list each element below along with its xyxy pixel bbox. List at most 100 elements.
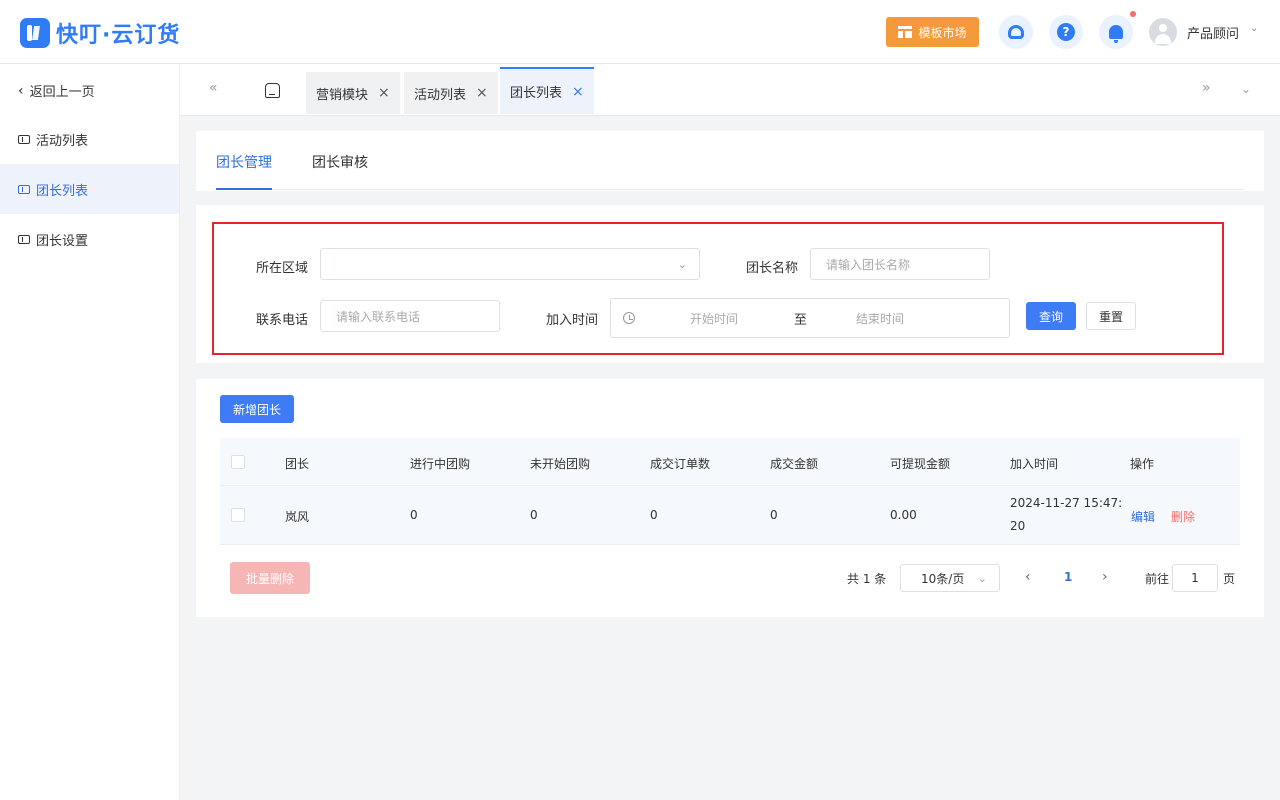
sidebar: ‹ 返回上一页 活动列表 团长列表 团长设置	[0, 64, 180, 800]
goto-label: 前往	[1145, 572, 1170, 586]
reset-button[interactable]: 重置	[1086, 302, 1136, 330]
chevron-down-icon[interactable]: ⌄	[1250, 23, 1258, 34]
customer-service-button[interactable]	[999, 15, 1033, 49]
tabs-bar: « 营销模块 × 活动列表 × 团长列表 × » ⌄	[180, 64, 1280, 116]
join-time-cell: 2024-11-27 15:47:	[1010, 496, 1123, 510]
phone-input[interactable]: 请输入联系电话	[320, 300, 500, 332]
join-time-cell-continued: 20	[1010, 519, 1026, 533]
app-title: 快叮·云订货	[56, 23, 181, 48]
sidebar-item-label: 团长列表	[36, 183, 89, 199]
range-separator: 至	[794, 313, 808, 328]
amount-cell: 0	[770, 508, 778, 522]
close-icon[interactable]: ×	[476, 85, 488, 101]
leader-name-label: 团长名称	[746, 261, 799, 276]
add-leader-button[interactable]: 新增团长	[220, 395, 294, 423]
phone-label: 联系电话	[256, 313, 309, 328]
ongoing-cell: 0	[410, 508, 418, 522]
avatar[interactable]	[1149, 18, 1177, 46]
ticket-icon	[18, 134, 30, 144]
subtabs-card: 团长管理 团长审核	[196, 131, 1264, 191]
back-button[interactable]: ‹ 返回上一页	[18, 81, 95, 101]
region-select[interactable]: ⌄	[320, 248, 700, 280]
chevron-down-icon: ⌄	[677, 258, 687, 271]
table-row: 岚风 0 0 0 0 0.00 2024-11-27 15:47: 20 编辑 …	[220, 486, 1240, 545]
leader-cell: 岚风	[285, 510, 310, 524]
select-all-checkbox[interactable]	[231, 455, 245, 469]
tab-marketing[interactable]: 营销模块 ×	[306, 72, 400, 114]
column-header: 加入时间	[1010, 457, 1059, 471]
app-logo[interactable]: 快叮·云订货	[20, 17, 180, 49]
prev-page-icon[interactable]: ‹	[1025, 569, 1031, 585]
help-button[interactable]: ?	[1049, 15, 1083, 49]
sidebar-item-leader-list[interactable]: 团长列表	[0, 164, 179, 214]
subtab-leader-management[interactable]: 团长管理	[216, 152, 272, 172]
user-name[interactable]: 产品顾问	[1187, 23, 1239, 42]
close-icon[interactable]: ×	[378, 85, 390, 101]
tab-label: 团长列表	[510, 86, 563, 101]
column-header: 成交订单数	[650, 457, 711, 471]
template-market-label: 模板市场	[918, 25, 967, 40]
subtab-leader-review[interactable]: 团长审核	[312, 152, 368, 172]
sidebar-item-leader-settings[interactable]: 团长设置	[0, 214, 179, 264]
bell-icon	[1109, 25, 1123, 43]
next-page-icon[interactable]: ›	[1102, 569, 1108, 585]
pagination-total: 共 1 条	[847, 572, 887, 586]
highlight-box: 所在区域 ⌄ 团长名称 请输入团长名称 联系电话 请输入联系电话 加入时间 开始…	[212, 222, 1224, 355]
chevron-down-icon[interactable]: ⌄	[1241, 82, 1251, 96]
orders-cell: 0	[650, 508, 658, 522]
subtab-divider	[216, 189, 1244, 190]
goto-page-input[interactable]: 1	[1172, 564, 1218, 592]
chevron-left-icon: ‹	[18, 82, 24, 99]
tab-activity-list[interactable]: 活动列表 ×	[404, 72, 498, 114]
end-time-input[interactable]: 结束时间	[856, 310, 904, 327]
sidebar-item-label: 团长设置	[36, 233, 89, 249]
column-header: 未开始团购	[530, 457, 591, 471]
column-header: 操作	[1130, 457, 1155, 471]
current-page[interactable]: 1	[1064, 570, 1072, 584]
tab-label: 活动列表	[414, 87, 467, 103]
back-label: 返回上一页	[29, 85, 95, 100]
column-header: 团长	[285, 457, 310, 471]
customer-service-icon	[1008, 25, 1024, 39]
column-header: 进行中团购	[410, 457, 471, 471]
column-header: 成交金额	[770, 457, 819, 471]
filter-card: 所在区域 ⌄ 团长名称 请输入团长名称 联系电话 请输入联系电话 加入时间 开始…	[196, 205, 1264, 363]
query-button[interactable]: 查询	[1026, 302, 1076, 330]
column-header: 可提现金额	[890, 457, 951, 471]
close-icon[interactable]: ×	[572, 84, 584, 100]
double-chevron-right-icon[interactable]: »	[1202, 80, 1211, 96]
table-card: 新增团长 团长 进行中团购 未开始团购 成交订单数 成交金额 可提现金额 加入时…	[196, 379, 1264, 617]
withdrawable-cell: 0.00	[890, 508, 917, 522]
ticket-icon	[18, 184, 30, 194]
start-time-input[interactable]: 开始时间	[690, 310, 738, 327]
notification-badge	[1130, 11, 1136, 17]
delete-link[interactable]: 删除	[1171, 508, 1195, 525]
join-time-label: 加入时间	[546, 313, 599, 328]
sidebar-item-activity-list[interactable]: 活动列表	[0, 114, 179, 164]
notification-button[interactable]	[1099, 15, 1133, 49]
page-size-select[interactable]: 10条/页 ⌄	[900, 564, 1000, 592]
leader-name-input[interactable]: 请输入团长名称	[810, 248, 990, 280]
top-header: 快叮·云订货 模板市场 ? 产品顾问 ⌄	[0, 0, 1280, 64]
double-chevron-left-icon[interactable]: «	[209, 80, 218, 96]
join-time-range-picker[interactable]: 开始时间 至 结束时间	[610, 298, 1010, 338]
not-started-cell: 0	[530, 508, 538, 522]
leader-table: 团长 进行中团购 未开始团购 成交订单数 成交金额 可提现金额 加入时间 操作 …	[220, 438, 1240, 545]
tab-leader-list[interactable]: 团长列表 ×	[500, 67, 594, 114]
logo-icon	[20, 18, 50, 48]
sidebar-item-label: 活动列表	[36, 133, 89, 149]
chevron-down-icon: ⌄	[977, 572, 987, 585]
layout-icon	[898, 26, 913, 38]
ticket-icon	[18, 234, 30, 244]
help-icon: ?	[1057, 23, 1075, 41]
page-unit-label: 页	[1223, 572, 1236, 586]
page-size-value: 10条/页	[921, 571, 965, 586]
home-icon[interactable]	[265, 83, 280, 98]
edit-link[interactable]: 编辑	[1131, 508, 1155, 525]
table-header: 团长 进行中团购 未开始团购 成交订单数 成交金额 可提现金额 加入时间 操作	[220, 438, 1240, 486]
template-market-button[interactable]: 模板市场	[886, 17, 979, 47]
clock-icon	[623, 312, 635, 324]
row-checkbox[interactable]	[231, 508, 245, 522]
batch-delete-button[interactable]: 批量删除	[230, 562, 310, 594]
subtab-active-indicator	[216, 188, 272, 190]
